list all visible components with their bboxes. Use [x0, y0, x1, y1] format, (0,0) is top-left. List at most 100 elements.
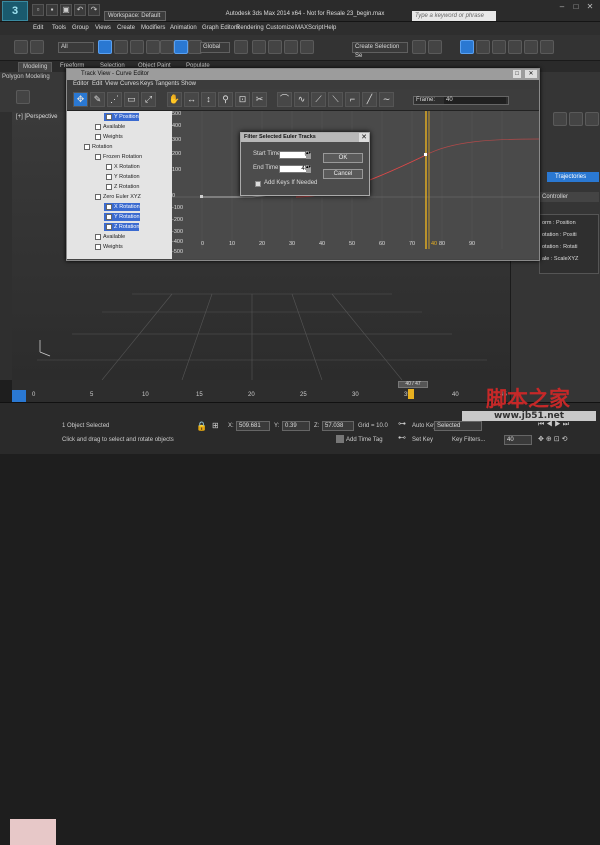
- percent-snap-button[interactable]: [284, 40, 298, 54]
- cancel-button[interactable]: Cancel: [323, 169, 363, 179]
- maximize-icon[interactable]: □: [570, 2, 582, 12]
- trackview-maximize-icon[interactable]: □: [513, 70, 521, 78]
- time-slider[interactable]: 40 / 47: [398, 381, 428, 388]
- menu-create[interactable]: Create: [117, 25, 135, 31]
- tree-node[interactable]: Available: [93, 233, 125, 241]
- tree-node[interactable]: Z Rotation: [104, 183, 139, 191]
- trackview-close-icon[interactable]: ✕: [525, 70, 537, 78]
- create-tab-icon[interactable]: [553, 112, 567, 126]
- mirror-button[interactable]: [412, 40, 426, 54]
- viewport-nav-controls[interactable]: ✥⊕⊡⟲: [538, 435, 598, 445]
- trajectories-button[interactable]: Trajectories: [547, 172, 599, 182]
- schematic-button[interactable]: [476, 40, 490, 54]
- tree-node[interactable]: X Rotation: [104, 163, 140, 171]
- hierarchy-tab-icon[interactable]: [585, 112, 599, 126]
- controller-header[interactable]: Controller: [539, 192, 599, 202]
- open-file-icon[interactable]: ▪: [46, 4, 58, 16]
- rotate-button[interactable]: [174, 40, 188, 54]
- menu-graph-editors[interactable]: Graph Editors: [202, 25, 239, 31]
- ok-button[interactable]: OK: [323, 153, 363, 163]
- retime-icon[interactable]: ⤢: [141, 92, 156, 107]
- timeline[interactable]: 40 / 47 0 5 10 15 20 25 30 35 40 45: [12, 380, 510, 402]
- tangent-smooth-icon[interactable]: ∼: [379, 92, 394, 107]
- selection-filter-dropdown[interactable]: All: [58, 42, 94, 53]
- curve-editor-button[interactable]: [460, 40, 474, 54]
- tv-menu-tangents[interactable]: Tangents: [155, 81, 179, 87]
- ribbon-tool-icon[interactable]: [16, 90, 30, 104]
- tv-menu-show[interactable]: Show: [181, 81, 196, 87]
- tree-node[interactable]: Y Position: [104, 113, 139, 121]
- polygon-modeling-label[interactable]: Polygon Modeling: [2, 74, 50, 80]
- select-by-name-button[interactable]: [114, 40, 128, 54]
- save-file-icon[interactable]: ▣: [60, 4, 72, 16]
- frame-value-icon[interactable]: ↕: [201, 92, 216, 107]
- pivot-button[interactable]: [234, 40, 248, 54]
- move-keys-icon[interactable]: ✥: [73, 92, 88, 107]
- render-setup-button[interactable]: [508, 40, 522, 54]
- menu-animation[interactable]: Animation: [170, 25, 197, 31]
- menu-maxscript[interactable]: MAXScript: [295, 25, 323, 31]
- tangent-slow-icon[interactable]: ⟍: [328, 92, 343, 107]
- zoom-icon[interactable]: ⚲: [218, 92, 233, 107]
- x-coord-field[interactable]: 509.681: [236, 421, 270, 431]
- y-coord-field[interactable]: 0.39: [282, 421, 310, 431]
- window-crossing-button[interactable]: [146, 40, 160, 54]
- isolate-curve-icon[interactable]: ✂: [252, 92, 267, 107]
- tree-node[interactable]: Y Rotation: [104, 173, 140, 181]
- render-button[interactable]: [540, 40, 554, 54]
- controller-item[interactable]: orm : Position: [540, 219, 576, 227]
- rendered-frame-button[interactable]: [524, 40, 538, 54]
- add-keys-checkbox[interactable]: [255, 181, 261, 187]
- close-icon[interactable]: ✕: [584, 2, 596, 12]
- tree-node[interactable]: Rotation: [82, 143, 113, 151]
- minimize-icon[interactable]: –: [556, 2, 568, 12]
- add-time-tag-button[interactable]: Add Time Tag: [346, 437, 383, 443]
- menu-views[interactable]: Views: [95, 25, 111, 31]
- auto-key-button[interactable]: Auto Key: [412, 423, 436, 429]
- tab-modeling[interactable]: Modeling: [18, 62, 53, 72]
- set-key-button[interactable]: Set Key: [412, 437, 433, 443]
- tree-node[interactable]: Weights: [93, 133, 123, 141]
- undo-icon[interactable]: ↶: [74, 4, 86, 16]
- key-filters-button[interactable]: Key Filters...: [452, 437, 485, 443]
- tv-menu-curves[interactable]: Curves: [120, 81, 139, 87]
- redo-icon[interactable]: ↷: [88, 4, 100, 16]
- menu-edit[interactable]: Edit: [33, 25, 43, 31]
- angle-snap-button[interactable]: [268, 40, 282, 54]
- tree-node[interactable]: Frozen Rotation: [93, 153, 142, 161]
- add-keys-icon[interactable]: ⋰: [107, 92, 122, 107]
- menu-group[interactable]: Group: [72, 25, 89, 31]
- current-frame-field[interactable]: 40: [504, 435, 532, 445]
- end-time-arrows-icon[interactable]: ▴▾: [306, 165, 311, 173]
- region-keys-icon[interactable]: ▭: [124, 92, 139, 107]
- rect-select-button[interactable]: [130, 40, 144, 54]
- controller-item[interactable]: ale : ScaleXYZ: [540, 255, 578, 263]
- draw-curves-icon[interactable]: ✎: [90, 92, 105, 107]
- tv-menu-editor[interactable]: Editor: [73, 81, 89, 87]
- zoom-region-icon[interactable]: ⊡: [235, 92, 250, 107]
- absolute-mode-icon[interactable]: ⊞: [212, 421, 220, 431]
- new-file-icon[interactable]: ▫: [32, 4, 44, 16]
- modify-tab-icon[interactable]: [569, 112, 583, 126]
- tree-node[interactable]: X Rotation: [104, 203, 140, 211]
- ref-coord-dropdown[interactable]: Global: [200, 42, 230, 53]
- app-logo-icon[interactable]: 3: [2, 1, 28, 21]
- set-key-icon[interactable]: ⊷: [398, 433, 408, 445]
- start-time-arrows-icon[interactable]: ▴▾: [306, 151, 311, 159]
- menu-modifiers[interactable]: Modifiers: [141, 25, 165, 31]
- key-mode-icon[interactable]: ⊶: [398, 419, 408, 431]
- tangent-fast-icon[interactable]: ⟋: [311, 92, 326, 107]
- align-button[interactable]: [428, 40, 442, 54]
- menu-rendering[interactable]: Rendering: [236, 25, 264, 31]
- dialog-title[interactable]: Filter Selected Euler Tracks: [241, 133, 369, 142]
- z-coord-field[interactable]: 57.038: [322, 421, 354, 431]
- frame-horizontal-icon[interactable]: ↔: [184, 92, 199, 107]
- redo-button[interactable]: [30, 40, 44, 54]
- controller-item[interactable]: otation : Rotati: [540, 243, 577, 251]
- trackview-frame-field[interactable]: Frame: 40: [413, 96, 509, 105]
- undo-button[interactable]: [14, 40, 28, 54]
- tangent-auto-icon[interactable]: ⌒: [277, 92, 292, 107]
- tv-menu-edit[interactable]: Edit: [92, 81, 102, 87]
- material-editor-button[interactable]: [492, 40, 506, 54]
- pan-icon[interactable]: ✋: [167, 92, 182, 107]
